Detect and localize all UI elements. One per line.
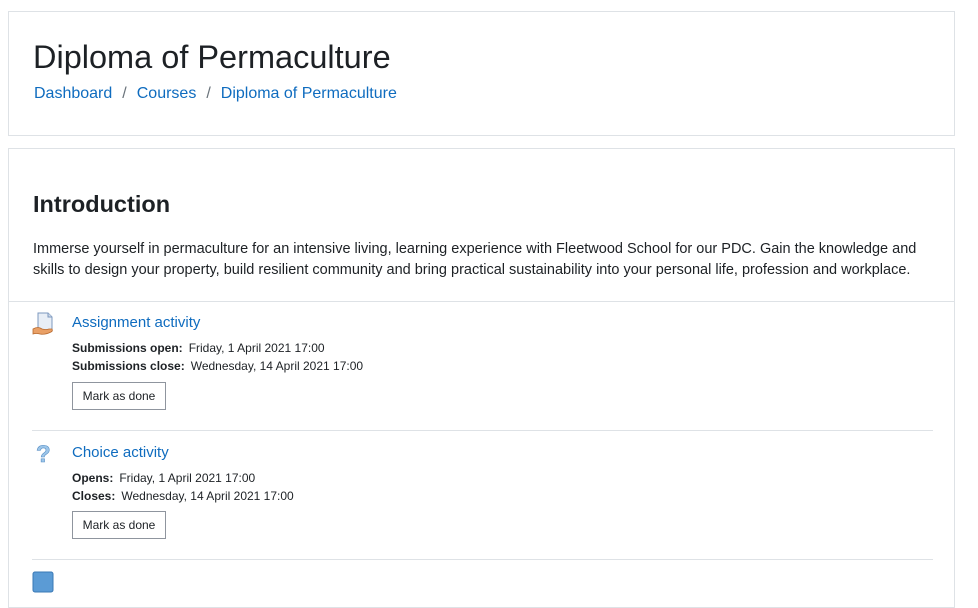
date-label: Submissions open: — [72, 341, 183, 355]
opens-row: Opens: Friday, 1 April 2021 17:00 — [72, 469, 294, 487]
activity-icon — [32, 571, 56, 595]
date-label: Opens: — [72, 471, 114, 485]
submissions-close-row: Submissions close: Wednesday, 14 April 20… — [72, 357, 363, 375]
date-label: Submissions close: — [72, 359, 185, 373]
activity-divider — [32, 559, 933, 560]
breadcrumb-course-link[interactable]: Diploma of Permaculture — [221, 85, 397, 102]
date-label: Closes: — [72, 489, 116, 503]
svg-text:?: ? — [36, 441, 51, 467]
breadcrumb-separator: / — [122, 85, 127, 102]
breadcrumb-courses-link[interactable]: Courses — [137, 85, 197, 102]
activity-divider — [32, 430, 933, 431]
section-title: Introduction — [33, 191, 171, 217]
activity-partial — [32, 571, 933, 601]
breadcrumb-separator: / — [206, 85, 211, 102]
page-title: Diploma of Permaculture — [33, 39, 391, 75]
course-content: Introduction Immerse yourself in permacu… — [8, 148, 955, 608]
assignment-icon — [32, 311, 56, 335]
assignment-activity-link[interactable]: Assignment activity — [72, 313, 200, 333]
submissions-open-row: Submissions open: Friday, 1 April 2021 17… — [72, 339, 363, 357]
mark-as-done-button[interactable]: Mark as done — [72, 511, 166, 539]
section-summary: Immerse yourself in permaculture for an … — [33, 241, 917, 278]
page-header: Diploma of Permaculture Dashboard / Course… — [8, 11, 955, 136]
mark-as-done-button[interactable]: Mark as done — [72, 382, 166, 410]
choice-icon: ? — [32, 441, 56, 469]
closes-row: Closes: Wednesday, 14 April 2021 17:00 — [72, 487, 294, 505]
choice-activity-link[interactable]: Choice activity — [72, 443, 169, 463]
activity-choice: ? Choice activity Opens: Friday, 1 April … — [32, 441, 933, 561]
activity-dates: Opens: Friday, 1 April 2021 17:00 Closes:… — [72, 469, 294, 505]
breadcrumb: Dashboard / Courses / Diploma of Permacultur… — [34, 84, 397, 104]
date-value: Wednesday, 14 April 2021 17:00 — [190, 359, 364, 373]
section-divider — [9, 301, 954, 302]
activity-dates: Submissions open: Friday, 1 April 2021 17… — [72, 339, 363, 375]
date-value: Friday, 1 April 2021 17:00 — [188, 341, 325, 355]
date-value: Friday, 1 April 2021 17:00 — [119, 471, 256, 485]
breadcrumb-dashboard-link[interactable]: Dashboard — [34, 85, 112, 102]
activity-assignment: Assignment activity Submissions open: Fri… — [32, 311, 933, 431]
date-value: Wednesday, 14 April 2021 17:00 — [121, 489, 294, 503]
